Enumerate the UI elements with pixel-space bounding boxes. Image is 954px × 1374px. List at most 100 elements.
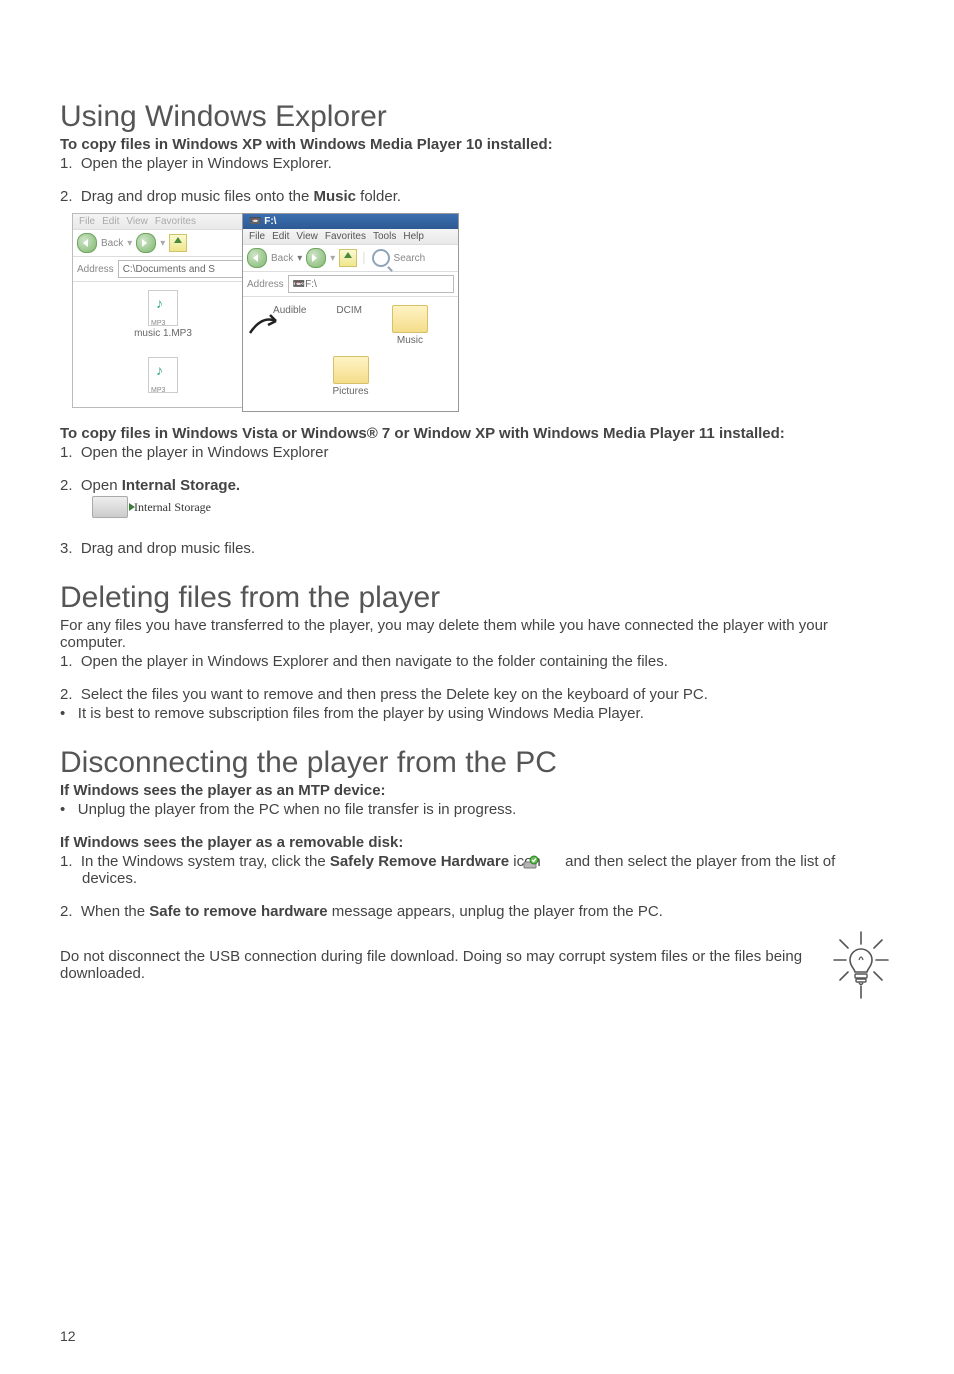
list-number: 1. xyxy=(60,853,73,870)
heading-using-explorer: Using Windows Explorer xyxy=(60,100,894,134)
folder-pictures[interactable]: Pictures xyxy=(332,356,368,397)
step-text-pre: Drag and drop music files onto the xyxy=(81,188,314,205)
address-label: Address xyxy=(247,279,284,290)
explorer-screenshot: File Edit View Favorites Back ▾ ▾ Addres… xyxy=(72,213,462,413)
menubar: File Edit View Favorites xyxy=(73,214,253,230)
step-drag-music: 2. Drag and drop music files onto the Mu… xyxy=(60,188,894,205)
del-step2: 2. Select the files you want to remove a… xyxy=(60,686,894,703)
mp3-icon: MP3 xyxy=(148,290,178,326)
bullet-text: Unplug the player from the PC when no fi… xyxy=(78,801,517,818)
list-number: 1. xyxy=(60,155,73,172)
explorer-window-target: 📼 F:\ File Edit View Favorites Tools Hel… xyxy=(242,213,459,412)
up-icon[interactable] xyxy=(169,234,187,252)
menu-edit[interactable]: Edit xyxy=(102,216,119,227)
internal-storage-label: Internal Storage xyxy=(134,500,211,515)
internal-storage-item[interactable]: Internal Storage xyxy=(92,496,894,518)
explorer-window-source: File Edit View Favorites Back ▾ ▾ Addres… xyxy=(72,213,254,408)
mtp-bullet: • Unplug the player from the PC when no … xyxy=(60,801,894,818)
step-drag-drop: 3. Drag and drop music files. xyxy=(60,540,894,557)
list-number: 2. xyxy=(60,188,73,205)
disc-step2: 2. When the Safe to remove hardware mess… xyxy=(60,903,894,920)
folder-label: Music xyxy=(397,335,423,346)
heading-deleting-files: Deleting files from the player xyxy=(60,581,894,615)
forward-icon[interactable] xyxy=(306,248,326,268)
step-text-bold: Safely Remove Hardware xyxy=(330,853,509,870)
list-number: 1. xyxy=(60,653,73,670)
address-bar: Address 📼 F:\ xyxy=(243,272,458,297)
step-text: Open the player in Windows Explorer and … xyxy=(81,653,668,670)
address-bar: Address C:\Documents and S xyxy=(73,257,253,282)
folder-label: Audible xyxy=(273,305,306,316)
folder-label: Pictures xyxy=(332,386,368,397)
subheading-copy-vista-w7: To copy files in Windows Vista or Window… xyxy=(60,425,894,442)
mp3-tag: MP3 xyxy=(151,320,165,327)
step-text-bold: Music xyxy=(313,188,356,205)
folder-icon xyxy=(333,356,369,384)
list-number: 1. xyxy=(60,444,73,461)
back-icon[interactable] xyxy=(77,233,97,253)
step-text-bold: Internal Storage. xyxy=(122,477,240,494)
back-icon[interactable] xyxy=(247,248,267,268)
subheading-removable: If Windows sees the player as a removabl… xyxy=(60,834,894,851)
list-number: 3. xyxy=(60,540,73,557)
disc-step1: 1. In the Windows system tray, click the… xyxy=(60,853,894,887)
mp3-tag: MP3 xyxy=(151,387,165,394)
back-label[interactable]: Back xyxy=(271,253,293,264)
bullet-mark: • xyxy=(60,801,65,818)
search-icon[interactable] xyxy=(372,249,390,267)
up-icon[interactable] xyxy=(339,249,357,267)
heading-disconnecting: Disconnecting the player from the PC xyxy=(60,746,894,780)
folder-label: DCIM xyxy=(336,305,362,316)
intro-deleting: For any files you have transferred to th… xyxy=(60,617,894,651)
address-input[interactable]: C:\Documents and S xyxy=(118,260,249,278)
menu-view[interactable]: View xyxy=(126,216,148,227)
menubar: File Edit View Favorites Tools Help xyxy=(243,229,458,245)
step-text-pre: In the Windows system tray, click the xyxy=(81,853,330,870)
step-open-explorer-2: 1. Open the player in Windows Explorer xyxy=(60,444,894,461)
window-title: 📼 F:\ xyxy=(243,214,458,229)
step-open-explorer-1: 1. Open the player in Windows Explorer. xyxy=(60,155,894,172)
menu-help[interactable]: Help xyxy=(403,231,424,242)
toolbar: Back ▾ ▾ xyxy=(73,230,253,257)
menu-favorites[interactable]: Favorites xyxy=(325,231,366,242)
step-text: Select the files you want to remove and … xyxy=(81,686,708,703)
list-number: 2. xyxy=(60,903,73,920)
search-label[interactable]: Search xyxy=(394,253,426,264)
step-text-pre: Open xyxy=(81,477,122,494)
tip-sun-icon xyxy=(828,930,894,1000)
address-input[interactable]: 📼 F:\ xyxy=(288,275,454,293)
menu-view[interactable]: View xyxy=(296,231,318,242)
del-bullet: • It is best to remove subscription file… xyxy=(60,705,894,722)
toolbar: Back ▾ ▾ │ Search xyxy=(243,245,458,272)
file-label: music 1.MP3 xyxy=(134,328,192,339)
list-number: 2. xyxy=(60,686,73,703)
file-item-mp3[interactable]: MP3 music 1.MP3 xyxy=(134,290,192,339)
step-text-bold: Safe to remove hardware xyxy=(149,903,327,920)
address-label: Address xyxy=(77,264,114,275)
mp3-icon: MP3 xyxy=(148,357,178,393)
warning-callout: Do not disconnect the USB connection dur… xyxy=(60,930,894,1000)
folder-audible[interactable]: Audible xyxy=(273,305,306,346)
step-text-post: folder. xyxy=(356,188,401,205)
step-open-internal-storage: 2. Open Internal Storage. xyxy=(60,477,894,494)
menu-edit[interactable]: Edit xyxy=(272,231,289,242)
step-text-pre: When the xyxy=(81,903,149,920)
folder-dcim[interactable]: DCIM xyxy=(336,305,362,346)
menu-file[interactable]: File xyxy=(79,216,95,227)
menu-file[interactable]: File xyxy=(249,231,265,242)
list-number: 2. xyxy=(60,477,73,494)
folder-icon xyxy=(392,305,428,333)
title-text: F:\ xyxy=(264,216,276,227)
callout-text: Do not disconnect the USB connection dur… xyxy=(60,948,818,982)
bullet-mark: • xyxy=(60,705,65,722)
file-item-mp3-2[interactable]: MP3 xyxy=(148,357,178,393)
menu-tools[interactable]: Tools xyxy=(373,231,396,242)
drive-icon xyxy=(92,496,128,518)
back-label[interactable]: Back xyxy=(101,238,123,249)
menu-favorites[interactable]: Favorites xyxy=(155,216,196,227)
folder-music[interactable]: Music xyxy=(392,305,428,346)
page-number: 12 xyxy=(60,1328,76,1344)
step-text: Drag and drop music files. xyxy=(81,540,255,557)
subheading-copy-xp-wmp10: To copy files in Windows XP with Windows… xyxy=(60,136,894,153)
forward-icon[interactable] xyxy=(136,233,156,253)
